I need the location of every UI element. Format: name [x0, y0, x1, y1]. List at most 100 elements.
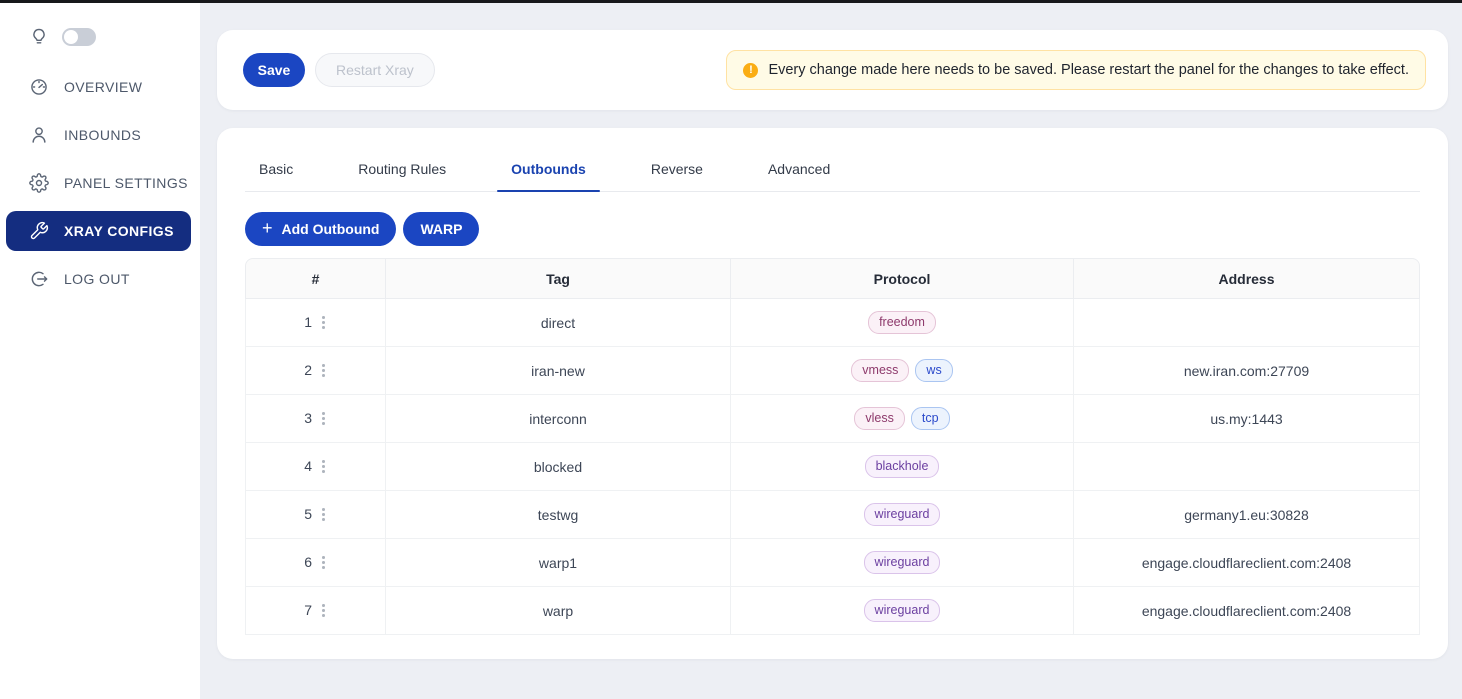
sidebar-item-label: LOG OUT: [64, 271, 130, 287]
outbound-tag: warp1: [539, 555, 577, 571]
warp-label: WARP: [420, 221, 462, 237]
table-row: 4 blocked blackhole: [245, 443, 1420, 491]
user-icon: [29, 125, 49, 145]
sidebar-item-log-out[interactable]: LOG OUT: [0, 259, 200, 299]
xray-config-card: Basic Routing Rules Outbounds Reverse Advanc…: [217, 128, 1448, 659]
outbound-address: germany1.eu:30828: [1184, 507, 1309, 523]
cell-tag: warp: [386, 587, 731, 635]
cell-address: engage.cloudflareclient.com:2408: [1074, 587, 1420, 635]
logout-icon: [29, 269, 49, 289]
plus-icon: +: [262, 219, 273, 237]
dashboard-icon: [29, 77, 49, 97]
sidebar-item-panel-settings[interactable]: PANEL SETTINGS: [0, 163, 200, 203]
cell-protocol: blackhole: [731, 443, 1074, 491]
cell-num: 3: [245, 395, 386, 443]
outbound-tag: interconn: [529, 411, 587, 427]
protocol-badge-blackhole: blackhole: [865, 455, 940, 478]
protocol-badge-tcp: tcp: [911, 407, 950, 430]
config-tabs: Basic Routing Rules Outbounds Reverse Advanc…: [245, 161, 1420, 192]
table-row: 6 warp1 wireguard engage.cloudflareclient.c…: [245, 539, 1420, 587]
row-menu-icon[interactable]: [320, 458, 327, 475]
row-menu-icon[interactable]: [320, 410, 327, 427]
sidebar-item-label: XRAY CONFIGS: [64, 223, 174, 239]
sidebar-nav: OVERVIEW INBOUNDS PANEL SETTINGS XRAY CONFI…: [0, 67, 200, 299]
sidebar-item-label: INBOUNDS: [64, 127, 141, 143]
toggle-knob: [64, 30, 78, 44]
protocol-badge-vmess: vmess: [851, 359, 909, 382]
row-menu-icon[interactable]: [320, 314, 327, 331]
cell-tag: warp1: [386, 539, 731, 587]
outbound-tag: iran-new: [531, 363, 585, 379]
table-header-row: #TagProtocolAddress: [245, 258, 1420, 299]
tab-routing-rules[interactable]: Routing Rules: [344, 161, 460, 191]
row-menu-icon[interactable]: [320, 362, 327, 379]
tab-basic[interactable]: Basic: [245, 161, 307, 191]
row-number: 1: [304, 314, 312, 330]
outbound-address: engage.cloudflareclient.com:2408: [1142, 603, 1351, 619]
sidebar-item-inbounds[interactable]: INBOUNDS: [0, 115, 200, 155]
cell-num: 4: [245, 443, 386, 491]
row-number: 2: [304, 362, 312, 378]
app-root: OVERVIEW INBOUNDS PANEL SETTINGS XRAY CONFI…: [0, 3, 1462, 699]
cell-address: us.my:1443: [1074, 395, 1420, 443]
cell-protocol: freedom: [731, 299, 1074, 347]
warp-button[interactable]: WARP: [403, 212, 479, 246]
cell-protocol: vmessws: [731, 347, 1074, 395]
outbounds-table: #TagProtocolAddress 1directfreedom2iran-…: [245, 258, 1420, 635]
tab-advanced[interactable]: Advanced: [754, 161, 844, 191]
restart-xray-button[interactable]: Restart Xray: [315, 53, 435, 87]
add-outbound-label: Add Outbound: [282, 221, 380, 237]
row-number: 4: [304, 458, 312, 474]
add-outbound-button[interactable]: + Add Outbound: [245, 212, 396, 246]
tab-reverse[interactable]: Reverse: [637, 161, 717, 191]
theme-toggle-switch[interactable]: [62, 28, 96, 46]
cell-num: 6: [245, 539, 386, 587]
table-row: 2 iran-new vmessws new.iran.com:27709: [245, 347, 1420, 395]
protocol-badge-wireguard: wireguard: [864, 599, 941, 622]
column-header-num: #: [245, 258, 386, 299]
unsaved-changes-alert: ! Every change made here needs to be sav…: [726, 50, 1426, 90]
cell-tag: interconn: [386, 395, 731, 443]
row-number: 5: [304, 506, 312, 522]
save-button[interactable]: Save: [243, 53, 305, 87]
cell-address: germany1.eu:30828: [1074, 491, 1420, 539]
cell-num: 1: [245, 299, 386, 347]
table-row: 7 warp wireguard engage.cloudflareclient.co…: [245, 587, 1420, 635]
row-number: 6: [304, 554, 312, 570]
tab-outbounds[interactable]: Outbounds: [497, 161, 600, 191]
cell-tag: iran-new: [386, 347, 731, 395]
row-number: 7: [304, 602, 312, 618]
sidebar-item-overview[interactable]: OVERVIEW: [0, 67, 200, 107]
cell-protocol: wireguard: [731, 491, 1074, 539]
row-menu-icon[interactable]: [320, 602, 327, 619]
cell-num: 5: [245, 491, 386, 539]
cell-protocol: wireguard: [731, 539, 1074, 587]
cell-num: 2: [245, 347, 386, 395]
outbound-tag: blocked: [534, 459, 582, 475]
outbound-address: new.iran.com:27709: [1184, 363, 1309, 379]
cell-num: 7: [245, 587, 386, 635]
sidebar-item-xray-configs[interactable]: XRAY CONFIGS: [6, 211, 191, 251]
outbound-actions: + Add Outbound WARP: [245, 212, 1420, 246]
table-body: 1directfreedom2iran-newvmesswsnew.iran.c…: [245, 299, 1420, 635]
outbound-address: engage.cloudflareclient.com:2408: [1142, 555, 1351, 571]
column-header-protocol: Protocol: [731, 258, 1074, 299]
row-menu-icon[interactable]: [320, 554, 327, 571]
alert-text: Every change made here needs to be saved…: [768, 62, 1409, 78]
cell-address: [1074, 443, 1420, 491]
protocol-badge-wireguard: wireguard: [864, 551, 941, 574]
sidebar-item-label: OVERVIEW: [64, 79, 142, 95]
outbound-tag: testwg: [538, 507, 578, 523]
sidebar: OVERVIEW INBOUNDS PANEL SETTINGS XRAY CONFI…: [0, 3, 200, 699]
cell-address: new.iran.com:27709: [1074, 347, 1420, 395]
protocol-badge-vless: vless: [854, 407, 904, 430]
cell-tag: testwg: [386, 491, 731, 539]
row-menu-icon[interactable]: [320, 506, 327, 523]
protocol-badge-wireguard: wireguard: [864, 503, 941, 526]
warning-icon: !: [743, 63, 758, 78]
cell-protocol: vless tcp: [731, 395, 1074, 443]
column-header-tag: Tag: [386, 258, 731, 299]
cell-address: engage.cloudflareclient.com:2408: [1074, 539, 1420, 587]
cell-protocol: wireguard: [731, 587, 1074, 635]
cell-tag: blocked: [386, 443, 731, 491]
